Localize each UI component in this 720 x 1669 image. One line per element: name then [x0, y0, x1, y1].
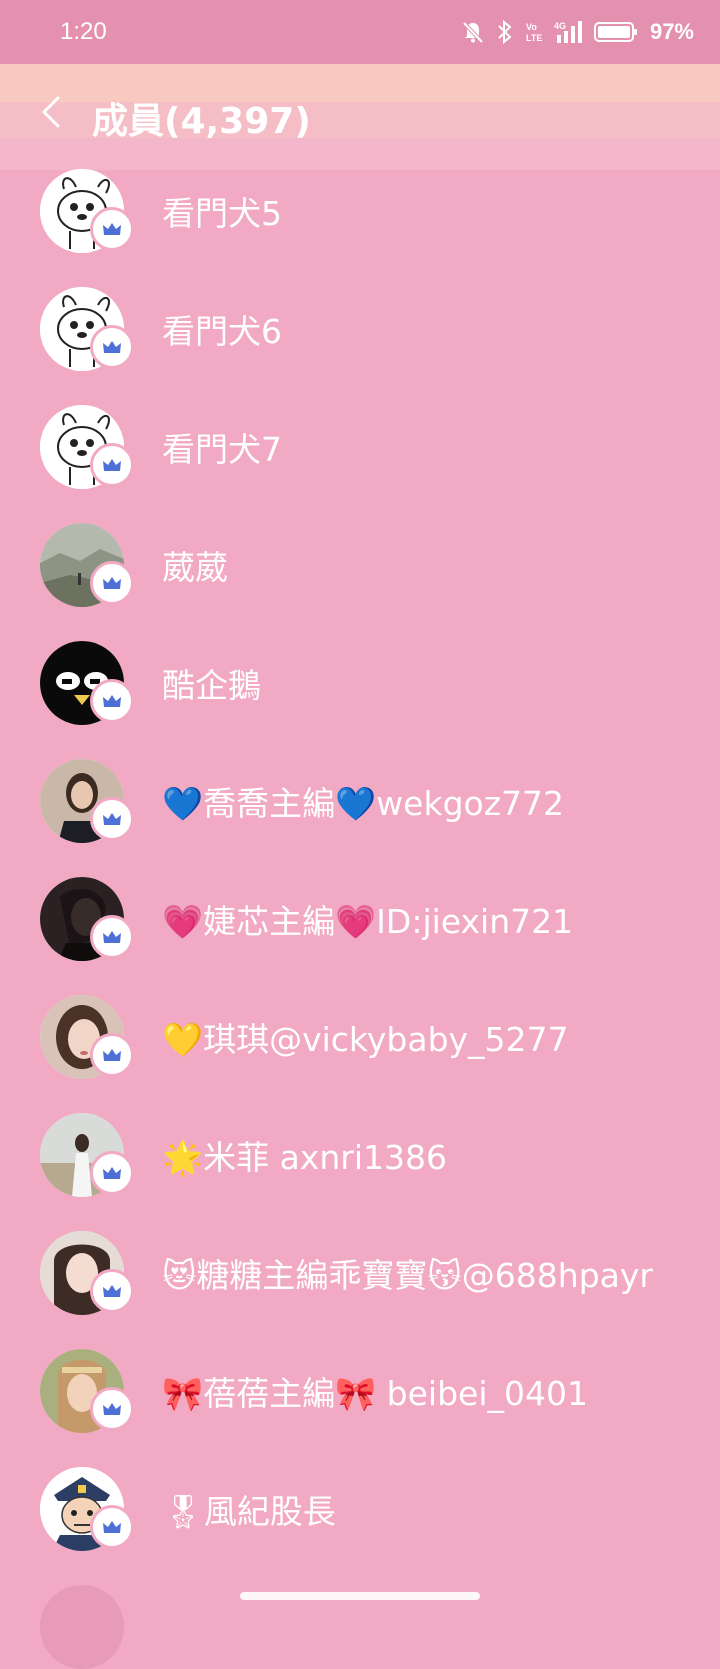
- member-item[interactable]: 看門犬6: [0, 283, 720, 401]
- crown-badge: [90, 561, 134, 605]
- member-item[interactable]: 葳葳: [0, 519, 720, 637]
- member-item[interactable]: 看門犬5: [0, 165, 720, 283]
- member-name: 看門犬7: [162, 430, 282, 469]
- status-bar: 1:20 Vo LTE 4G 97%: [0, 0, 720, 64]
- crown-icon: [103, 223, 121, 235]
- chevron-left-icon: [42, 96, 60, 128]
- battery-icon: [593, 20, 638, 44]
- crown-icon: [103, 341, 121, 353]
- status-time: 1:20: [60, 18, 107, 45]
- crown-badge: [90, 1151, 134, 1195]
- header: 成員(4,397): [0, 64, 720, 170]
- crown-badge: [90, 1033, 134, 1077]
- crown-badge: [90, 1269, 134, 1313]
- crown-icon: [103, 931, 121, 943]
- status-icons: Vo LTE 4G 97%: [460, 14, 694, 50]
- member-item[interactable]: 💛琪琪@vickybaby_5277: [0, 991, 720, 1109]
- crown-badge: [90, 1505, 134, 1549]
- member-name: 酷企鵝: [162, 666, 261, 705]
- battery-percent: 97%: [649, 19, 694, 44]
- crown-badge: [90, 915, 134, 959]
- crown-icon: [103, 1049, 121, 1061]
- crown-icon: [103, 1167, 121, 1179]
- page-title: 成員(4,397): [92, 101, 311, 142]
- svg-text:Vo: Vo: [526, 22, 537, 32]
- crown-badge: [90, 325, 134, 369]
- member-item[interactable]: 🎖風紀股長: [0, 1463, 720, 1581]
- member-name: 💛琪琪@vickybaby_5277: [162, 1020, 569, 1059]
- partial-avatar: [40, 1585, 124, 1669]
- member-item[interactable]: 💙喬喬主編💙wekgoz772: [0, 755, 720, 873]
- svg-text:LTE: LTE: [526, 33, 542, 43]
- signal-4g-icon: 4G: [554, 19, 584, 45]
- crown-icon: [103, 459, 121, 471]
- member-item[interactable]: 🌟米菲 axnri1386: [0, 1109, 720, 1227]
- member-item[interactable]: 💗婕芯主編💗ID:jiexin721: [0, 873, 720, 991]
- crown-icon: [103, 577, 121, 589]
- back-button[interactable]: [32, 90, 76, 134]
- member-list[interactable]: 看門犬5 看門犬6 看門犬7 葳葳 酷企鵝 💙喬喬主編💙wekgoz772 💗婕…: [0, 165, 720, 1612]
- member-name: 💙喬喬主編💙wekgoz772: [162, 784, 565, 823]
- member-item[interactable]: 看門犬7: [0, 401, 720, 519]
- mute-bell-icon: [460, 19, 486, 45]
- member-name: 🌟米菲 axnri1386: [162, 1138, 447, 1177]
- crown-badge: [90, 797, 134, 841]
- member-name: 看門犬6: [162, 312, 282, 351]
- member-item[interactable]: 酷企鵝: [0, 637, 720, 755]
- member-name: 🎀蓓蓓主編🎀 beibei_0401: [162, 1374, 588, 1413]
- crown-badge: [90, 443, 134, 487]
- crown-icon: [103, 1285, 121, 1297]
- member-name: 💗婕芯主編💗ID:jiexin721: [162, 902, 574, 941]
- crown-icon: [103, 1521, 121, 1533]
- bluetooth-icon: [496, 19, 514, 45]
- crown-icon: [103, 1403, 121, 1415]
- crown-icon: [103, 695, 121, 707]
- svg-text:4G: 4G: [554, 21, 566, 31]
- crown-icon: [103, 813, 121, 825]
- crown-badge: [90, 207, 134, 251]
- member-item[interactable]: 😻糖糖主編乖寶寶😽@688hpayr: [0, 1227, 720, 1345]
- crown-badge: [90, 679, 134, 723]
- crown-badge: [90, 1387, 134, 1431]
- member-name: 看門犬5: [162, 194, 282, 233]
- member-name: 🎖風紀股長: [162, 1492, 336, 1531]
- member-item[interactable]: 🎀蓓蓓主編🎀 beibei_0401: [0, 1345, 720, 1463]
- volte-icon: Vo LTE: [524, 19, 544, 45]
- home-indicator[interactable]: [240, 1592, 480, 1600]
- member-name: 😻糖糖主編乖寶寶😽@688hpayr: [162, 1256, 653, 1295]
- member-name: 葳葳: [162, 548, 228, 587]
